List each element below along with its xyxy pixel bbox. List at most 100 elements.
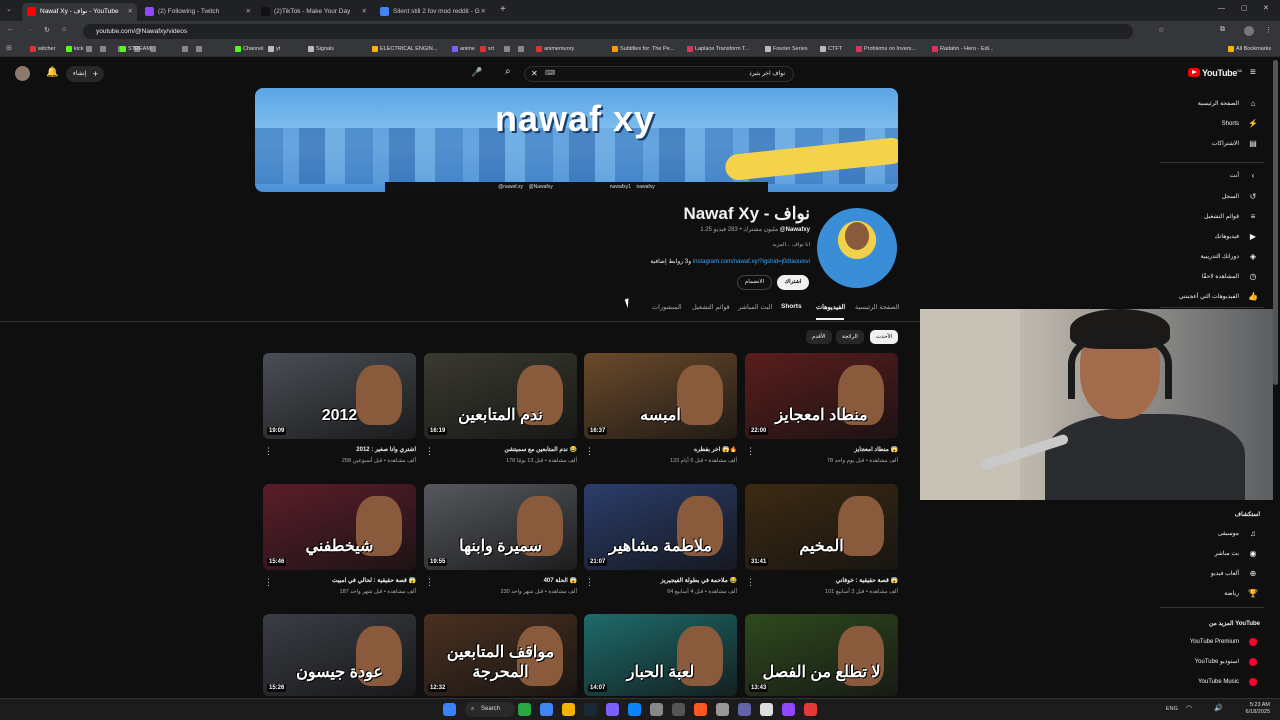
- maximize-icon[interactable]: ▢: [1241, 4, 1248, 12]
- language-indicator[interactable]: ENG: [1166, 706, 1178, 712]
- forward-icon[interactable]: →: [26, 26, 33, 33]
- video-title[interactable]: اخر بفطره 😱🔥: [596, 446, 737, 453]
- sidebar-item[interactable]: السجل ↺: [1160, 188, 1264, 206]
- sidebar-item[interactable]: أنت ‹: [1160, 167, 1264, 185]
- all-bookmarks[interactable]: All Bookmarks: [1228, 44, 1271, 55]
- browser-tab[interactable]: (2) Following - Twitch ✕: [140, 3, 255, 21]
- tab-close-icon[interactable]: ✕: [128, 3, 133, 21]
- taskbar-app-icon[interactable]: [760, 703, 773, 716]
- sidebar-item[interactable]: بث مباشر ◉: [1160, 545, 1264, 563]
- bookmark-item[interactable]: Subtitles for: The Pe...: [612, 44, 674, 55]
- bookmark-icon[interactable]: [86, 46, 92, 52]
- video-card[interactable]: لا تطلع من الفصل 13:43: [745, 614, 898, 696]
- voice-search-icon[interactable]: 🎤: [471, 67, 482, 78]
- apps-icon[interactable]: ⊞: [6, 44, 12, 52]
- more-options-icon[interactable]: ⋮: [264, 577, 273, 588]
- video-title[interactable]: الحلة 407 😱: [436, 577, 577, 584]
- subscribe-button[interactable]: اشتراك: [777, 275, 809, 290]
- video-card[interactable]: عودة جيسون 15:26: [263, 614, 416, 696]
- bookmark-item[interactable]: animemunry: [536, 44, 574, 55]
- video-card[interactable]: لعبة الحبار 14:07: [584, 614, 737, 696]
- video-card[interactable]: المخيم 31:41 ⋮ قصة حقيقية : خوفاني 😱 101 ألف…: [745, 484, 898, 595]
- bookmark-item[interactable]: kick: [66, 44, 83, 55]
- bookmark-icon[interactable]: [518, 46, 524, 52]
- bookmark-icon[interactable]: [182, 46, 188, 52]
- sidebar-item[interactable]: YouTube Music: [1160, 673, 1264, 691]
- tab-close-icon[interactable]: ✕: [481, 3, 486, 21]
- taskbar-app-icon[interactable]: [650, 703, 663, 716]
- channel-link[interactable]: instagram.com/nawaf.xy/?igshid=j0dtaouix…: [693, 259, 810, 265]
- video-card[interactable]: شيخطفني 15:46 ⋮ قصة حقيقية : لحالي في امبيت…: [263, 484, 416, 595]
- sidebar-item[interactable]: الاشتراكات ▤: [1160, 135, 1264, 153]
- sidebar-item[interactable]: قوائم التشغيل ≡: [1160, 208, 1264, 226]
- channel-tab[interactable]: الصفحة الرئيسية: [855, 303, 900, 311]
- profile-avatar[interactable]: [1244, 26, 1254, 36]
- taskbar-app-icon[interactable]: [782, 703, 795, 716]
- taskbar-search[interactable]: ⌕ Search: [465, 702, 515, 717]
- video-thumbnail[interactable]: ندم المتابعين 16:19: [424, 353, 577, 439]
- sidebar-item[interactable]: المشاهدة لاحقًا ◷: [1160, 268, 1264, 286]
- search-icon[interactable]: ⌕: [505, 66, 511, 77]
- video-thumbnail[interactable]: سميرة وابنها 19:55: [424, 484, 577, 570]
- channel-tab[interactable]: المنشورات: [652, 303, 682, 311]
- channel-link-more[interactable]: و3 روابط إضافية: [650, 259, 691, 265]
- more-options-icon[interactable]: ⋮: [746, 446, 755, 457]
- taskbar-app-icon[interactable]: [716, 703, 729, 716]
- channel-tab[interactable]: قوائم التشغيل: [692, 303, 730, 311]
- video-thumbnail[interactable]: 2012 19:09: [263, 353, 416, 439]
- video-thumbnail[interactable]: المخيم 31:41: [745, 484, 898, 570]
- video-card[interactable]: مواقف المتابعين المحرجة 12:32: [424, 614, 577, 696]
- video-title[interactable]: ندم المتابعين مع سميتشن 😂: [436, 446, 577, 453]
- clock[interactable]: 5:23 AM 6/18/2025: [1240, 702, 1270, 716]
- video-card[interactable]: سميرة وابنها 19:55 ⋮ الحلة 407 😱 230 ألف مشا…: [424, 484, 577, 595]
- back-icon[interactable]: ←: [7, 26, 14, 33]
- video-title[interactable]: منطاد امعجايز 😱: [757, 446, 898, 453]
- url-bar[interactable]: youtube.com/@Nawafxy/videos: [83, 24, 1133, 39]
- sidebar-item[interactable]: الفيديوهات التي أعجبتني 👍: [1160, 288, 1264, 306]
- taskbar-app-icon[interactable]: [628, 703, 641, 716]
- more-options-icon[interactable]: ⋮: [746, 577, 755, 588]
- browser-tab[interactable]: Nawaf Xy - نواف - YouTube ✕: [22, 3, 137, 21]
- video-title[interactable]: قصة حقيقية : خوفاني 😱: [757, 577, 898, 584]
- bookmark-item[interactable]: Radahn - Hero - Edi...: [932, 44, 994, 55]
- bookmark-icon[interactable]: [504, 46, 510, 52]
- bookmark-item[interactable]: anime: [452, 44, 475, 55]
- bookmark-star-icon[interactable]: ☆: [1158, 26, 1164, 34]
- bookmark-item[interactable]: Laplace Transform T...: [687, 44, 749, 55]
- join-button[interactable]: الانضمام: [737, 275, 772, 290]
- video-thumbnail[interactable]: مواقف المتابعين المحرجة 12:32: [424, 614, 577, 696]
- sidebar-item[interactable]: Shorts ⚡: [1160, 115, 1264, 133]
- sidebar-item[interactable]: دوراتك التدريبية ◈: [1160, 248, 1264, 266]
- more-options-icon[interactable]: ⋮: [425, 446, 434, 457]
- bookmark-item[interactable]: Problems on Invers...: [856, 44, 916, 55]
- close-window-icon[interactable]: ✕: [1263, 4, 1269, 12]
- bookmark-item[interactable]: Fourier Series: [765, 44, 808, 55]
- bookmark-item[interactable]: CTFT: [820, 44, 842, 55]
- notifications-icon[interactable]: 🔔: [46, 67, 58, 78]
- start-icon[interactable]: [443, 703, 456, 716]
- taskbar-app-icon[interactable]: [606, 703, 619, 716]
- youtube-logo[interactable]: YouTubeSA: [1188, 68, 1242, 78]
- more-options-icon[interactable]: ⋮: [264, 446, 273, 457]
- channel-tab[interactable]: Shorts: [781, 303, 802, 310]
- home-browser-icon[interactable]: ⌂: [62, 26, 66, 33]
- keyboard-icon[interactable]: ⌨: [545, 69, 555, 77]
- bookmark-icon[interactable]: [100, 46, 106, 52]
- bookmark-item[interactable]: Signals: [308, 44, 334, 55]
- sidebar-item[interactable]: الصفحة الرئيسية ⌂: [1160, 95, 1264, 113]
- bookmark-item[interactable]: yt: [268, 44, 280, 55]
- taskbar-app-icon[interactable]: [804, 703, 817, 716]
- video-thumbnail[interactable]: منطاد امعجايز 22:00: [745, 353, 898, 439]
- minimize-icon[interactable]: —: [1218, 5, 1225, 12]
- channel-tab[interactable]: البث المباشر: [738, 303, 772, 311]
- video-card[interactable]: منطاد امعجايز 22:00 ⋮ منطاد امعجايز 😱 78 ألف…: [745, 353, 898, 464]
- channel-tab[interactable]: الفيديوهات: [816, 303, 845, 311]
- video-thumbnail[interactable]: لعبة الحبار 14:07: [584, 614, 737, 696]
- taskbar-app-icon[interactable]: [540, 703, 553, 716]
- video-card[interactable]: 2012 19:09 ⋮ اشتري وانا صغير : 2012 258 ألف …: [263, 353, 416, 464]
- volume-icon[interactable]: 🔊: [1214, 704, 1223, 712]
- video-card[interactable]: ملاطمة مشاهير 21:07 ⋮ ملاحمة في بطولة الفيج…: [584, 484, 737, 595]
- extensions-icon[interactable]: ⧉: [1220, 26, 1225, 34]
- chip-oldest[interactable]: الأقدم: [806, 330, 832, 344]
- bookmark-item[interactable]: witcher: [30, 44, 55, 55]
